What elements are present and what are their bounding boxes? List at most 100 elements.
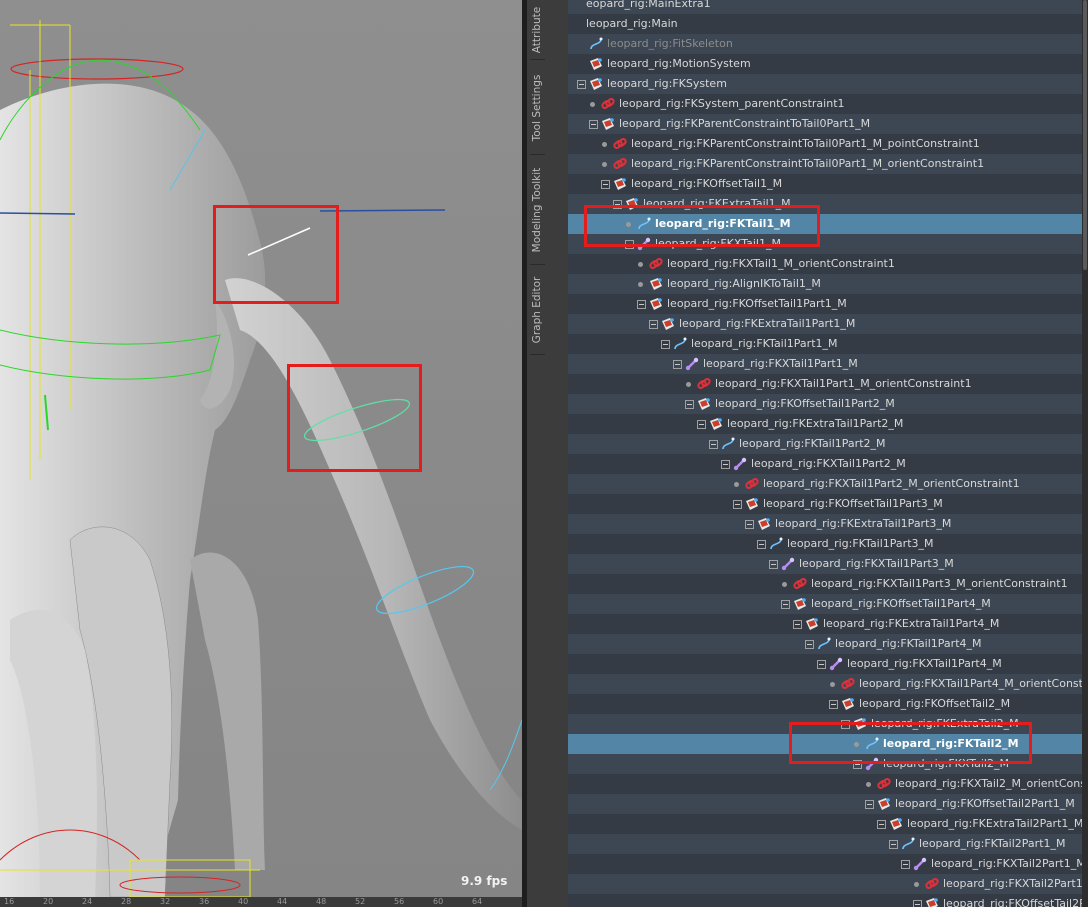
outliner-row[interactable]: leopard_rig:FKXTail1Part4_M <box>568 654 1082 674</box>
outliner-row-label: leopard_rig:FKXTail1Part3_M_orientConstr… <box>811 577 1068 590</box>
collapse-toggle[interactable] <box>829 700 838 709</box>
tab-tool-settings[interactable]: Tool Settings <box>527 60 548 155</box>
collapse-toggle[interactable] <box>577 80 586 89</box>
collapse-toggle[interactable] <box>913 900 922 907</box>
joint-icon <box>913 857 927 871</box>
outliner-row-label: leopard_rig:FitSkeleton <box>607 37 733 50</box>
joint-icon <box>829 657 843 671</box>
outliner-row[interactable]: leopard_rig:FKOffsetTail1Part3_M <box>568 494 1082 514</box>
outliner-row-label: leopard_rig:FKTail1Part3_M <box>787 537 934 550</box>
viewport-3d[interactable]: 9.9 fps <box>0 0 522 897</box>
timeline-tick: 64 <box>472 897 483 906</box>
outliner-row[interactable]: leopard_rig:FKXTail1Part3_M <box>568 554 1082 574</box>
collapse-toggle[interactable] <box>793 620 802 629</box>
outliner-row[interactable]: leopard_rig:FKSystem <box>568 74 1082 94</box>
outliner-row[interactable]: leopard_rig:FKTail1Part3_M <box>568 534 1082 554</box>
collapse-toggle[interactable] <box>601 180 610 189</box>
outliner-row-label: leopard_rig:AlignIKToTail1_M <box>667 277 821 290</box>
outliner-row[interactable]: leopard_rig:FKXTail1Part1_M <box>568 354 1082 374</box>
outliner-row[interactable]: leopard_rig:FKXTail2Part1_M <box>568 854 1086 874</box>
outliner-scrollbar[interactable] <box>1082 0 1088 907</box>
outliner-row[interactable]: leopard_rig:FKOffsetTail1Part2_M <box>568 394 1082 414</box>
timeline-tick: 44 <box>277 897 288 906</box>
outliner-row-label: leopard_rig:FKSystem_parentConstraint1 <box>619 97 845 110</box>
outliner-row[interactable]: leopard_rig:FKXTail1Part2_M_orientConstr… <box>568 474 1082 494</box>
outliner-row[interactable]: leopard_rig:FKExtraTail1Part2_M <box>568 414 1082 434</box>
collapse-toggle[interactable] <box>709 440 718 449</box>
collapse-toggle[interactable] <box>685 400 694 409</box>
outliner-row[interactable]: eopard_rig:MainExtra1 <box>568 0 1082 14</box>
outliner-row[interactable]: leopard_rig:FKOffsetTail2Part1_M <box>568 794 1082 814</box>
collapse-toggle[interactable] <box>649 320 658 329</box>
leaf-bullet <box>686 382 691 387</box>
collapse-toggle[interactable] <box>745 520 754 529</box>
collapse-toggle[interactable] <box>721 460 730 469</box>
outliner-row[interactable]: leopard_rig:FKExtraTail1Part3_M <box>568 514 1082 534</box>
outliner-row[interactable]: leopard_rig:FKTail1Part2_M <box>568 434 1082 454</box>
outliner-row[interactable]: leopard_rig:FKTail2Part1_M <box>568 834 1082 854</box>
collapse-toggle[interactable] <box>805 640 814 649</box>
outliner-row[interactable]: leopard_rig:FKTail1Part4_M <box>568 634 1082 654</box>
collapse-toggle[interactable] <box>889 840 898 849</box>
constraint-icon <box>613 157 627 171</box>
outliner-row[interactable]: leopard_rig:FKTail1Part1_M <box>568 334 1082 354</box>
curve-icon <box>769 537 783 551</box>
collapse-toggle[interactable] <box>877 820 886 829</box>
transform-icon <box>877 797 891 811</box>
collapse-toggle[interactable] <box>637 300 646 309</box>
outliner-row[interactable]: leopard_rig:FitSkeleton <box>568 34 1082 54</box>
timeline-tick: 48 <box>316 897 327 906</box>
outliner-row-label: leopard_rig:FKXTail2Part1_M <box>931 857 1086 870</box>
outliner-row[interactable]: leopard_rig:FKXTail1_M_orientConstraint1 <box>568 254 1082 274</box>
collapse-toggle[interactable] <box>781 600 790 609</box>
transform-icon <box>589 77 603 91</box>
collapse-toggle[interactable] <box>817 660 826 669</box>
constraint-icon <box>877 777 891 791</box>
outliner-row[interactable]: leopard_rig:FKOffsetTail2_M <box>568 694 1082 714</box>
tab-modeling-toolkit[interactable]: Modeling Toolkit <box>527 155 548 265</box>
outliner-row[interactable]: leopard_rig:FKOffsetTail2Part <box>568 894 1088 907</box>
constraint-icon <box>649 257 663 271</box>
collapse-toggle[interactable] <box>673 360 682 369</box>
collapse-toggle[interactable] <box>769 560 778 569</box>
outliner-panel[interactable]: eopard_rig:MainExtra1 leopard_rig:Mainleo… <box>568 0 1088 907</box>
outliner-row[interactable]: leopard_rig:FKXTail1Part4_M_orientConstr… <box>568 674 1088 694</box>
outliner-row[interactable]: leopard_rig:MotionSystem <box>568 54 1082 74</box>
outliner-row[interactable]: leopard_rig:FKOffsetTail1Part4_M <box>568 594 1082 614</box>
collapse-toggle[interactable] <box>589 120 598 129</box>
outliner-row[interactable]: leopard_rig:FKExtraTail1Part4_M <box>568 614 1082 634</box>
outliner-row[interactable]: leopard_rig:FKExtraTail2Part1_M <box>568 814 1083 834</box>
timeline-tick: 28 <box>121 897 132 906</box>
collapse-toggle[interactable] <box>697 420 706 429</box>
outliner-row[interactable]: leopard_rig:FKParentConstraintToTail0Par… <box>568 134 1082 154</box>
outliner-row[interactable]: leopard_rig:FKParentConstraintToTail0Par… <box>568 114 1082 134</box>
collapse-toggle[interactable] <box>733 500 742 509</box>
outliner-row-label: leopard_rig:FKTail1Part1_M <box>691 337 838 350</box>
outliner-row-label: leopard_rig:FKExtraTail1Part4_M <box>823 617 1000 630</box>
tab-attribute-editor[interactable]: Attribute <box>527 0 548 60</box>
time-slider[interactable]: 16 20 24 28 32 36 40 44 48 52 56 60 64 <box>0 897 522 907</box>
timeline-tick: 56 <box>394 897 405 906</box>
outliner-row[interactable]: leopard_rig:FKXTail1Part3_M_orientConstr… <box>568 574 1082 594</box>
collapse-toggle[interactable] <box>901 860 910 869</box>
constraint-icon <box>793 577 807 591</box>
collapse-toggle[interactable] <box>757 540 766 549</box>
outliner-row-label: leopard_rig:FKXTail2Part1_M <box>943 877 1088 890</box>
outliner-row[interactable]: leopard_rig:AlignIKToTail1_M <box>568 274 1082 294</box>
leaf-bullet <box>602 142 607 147</box>
outliner-row[interactable]: leopard_rig:FKParentConstraintToTail0Par… <box>568 154 1082 174</box>
outliner-row[interactable]: leopard_rig:FKXTail1Part2_M <box>568 454 1082 474</box>
scrollbar-thumb[interactable] <box>1083 0 1087 270</box>
outliner-row[interactable]: leopard_rig:FKXTail2_M_orientConstra <box>568 774 1088 794</box>
collapse-toggle[interactable] <box>661 340 670 349</box>
outliner-row[interactable]: leopard_rig:Main <box>568 14 1082 34</box>
outliner-row[interactable]: leopard_rig:FKOffsetTail1Part1_M <box>568 294 1082 314</box>
outliner-row[interactable]: leopard_rig:FKOffsetTail1_M <box>568 174 1082 194</box>
outliner-row[interactable]: leopard_rig:FKExtraTail1Part1_M <box>568 314 1082 334</box>
collapse-toggle[interactable] <box>865 800 874 809</box>
outliner-row[interactable]: leopard_rig:FKXTail2Part1_M <box>568 874 1088 894</box>
outliner-row[interactable]: leopard_rig:FKXTail1Part1_M_orientConstr… <box>568 374 1082 394</box>
tab-graph-editor[interactable]: Graph Editor <box>527 265 548 355</box>
outliner-row[interactable]: leopard_rig:FKSystem_parentConstraint1 <box>568 94 1082 114</box>
leaf-bullet <box>866 782 871 787</box>
